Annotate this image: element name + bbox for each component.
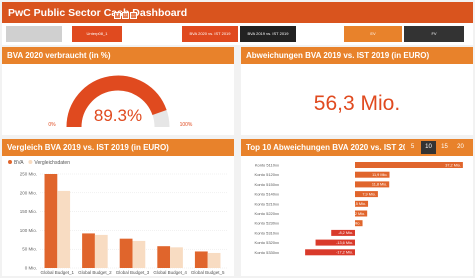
bar-vergleichsdaten[interactable] (57, 190, 71, 268)
slicer-fv[interactable]: FV (404, 26, 464, 42)
category-label: Konto 5230xx (255, 221, 279, 226)
slicer-unterp[interactable]: Unterp08_1 (72, 26, 122, 42)
legend-label: BVA (14, 160, 24, 166)
bar-vergleichsdaten[interactable] (207, 252, 221, 268)
category-label: Konto 5330xx (255, 250, 279, 255)
y-tick-label: 50 Mio. (22, 247, 37, 252)
bar-series (44, 174, 221, 268)
bar-chart-title: Vergleich BVA 2019 vs. IST 2019 (in EURO… (2, 139, 234, 156)
gauge-chart: 89.3% 0% 100% (48, 75, 193, 128)
bar-value-label: 11,9 Mio. (372, 173, 387, 177)
window-controls: ▾ □ … (114, 12, 137, 19)
slicer-bva2020-ist2019[interactable]: BVA 2020 vs. IST 2019 (182, 26, 238, 42)
x-tick-label: Global Budget_3 (116, 270, 150, 275)
top10-bars: Konto 5110xx 37,2 Mio. Konto 5120xx 11,9 Mi… (255, 162, 463, 256)
bar-bva[interactable] (44, 174, 58, 268)
y-tick-label: 0 Mio. (25, 266, 37, 271)
dashboard: PwC Public Sector Cash Dashboard ▾ □ … U… (0, 0, 475, 278)
gauge-value: 89.3% (94, 106, 142, 125)
x-tick-label: Global Budget_1 (41, 270, 75, 275)
x-tick-label: Global Budget_5 (191, 270, 225, 275)
legend-marker (8, 160, 12, 164)
x-tick-label: Global Budget_2 (78, 270, 112, 275)
top10-panel: Top 10 Abweichungen BVA 2020 vs. IST 201… (241, 139, 473, 276)
slicer-ev[interactable]: EV (344, 26, 402, 42)
y-tick-label: 200 Mio. (20, 190, 37, 195)
category-label: Konto 5210xx (255, 201, 279, 206)
top10-chart: Konto 5110xx 37,2 Mio. Konto 5120xx 11,9 Mi… (255, 162, 463, 256)
bar-value-label: 37,2 Mio. (445, 163, 461, 167)
y-tick-label: 250 Mio. (20, 172, 37, 177)
x-tick-label: Global Budget_4 (153, 270, 187, 275)
slicer-1[interactable] (6, 26, 62, 42)
bar-bva[interactable] (82, 233, 95, 268)
bar-value-label: 7,9 Mio. (362, 192, 376, 196)
bar-value-label: 2,6 Mio. (347, 222, 361, 226)
bar-bva[interactable] (157, 246, 171, 268)
top10-button[interactable]: 10 (421, 141, 436, 154)
top20-button[interactable]: 20 (453, 141, 468, 154)
bar-value-label: 11,8 Mio. (372, 183, 387, 187)
gauge-title: BVA 2020 verbraucht (in %) (2, 47, 234, 64)
bar-bva[interactable] (119, 238, 133, 268)
bar-value-label: -8,2 Mio. (338, 231, 353, 235)
category-label: Konto 5220xx (255, 211, 279, 216)
gauge-min-label: 0% (48, 122, 56, 128)
category-label: Konto 5150xx (255, 182, 279, 187)
legend-label: Vergleichsdaten (34, 160, 70, 166)
legend-marker (28, 160, 33, 164)
bar-vergleichsdaten[interactable] (132, 240, 146, 268)
bar-chart-panel: Vergleich BVA 2019 vs. IST 2019 (in EURO… (2, 139, 234, 276)
top5-button[interactable]: 5 (405, 141, 420, 154)
focus-mode-icon[interactable]: □ (122, 12, 129, 19)
bar-chart: BVA Vergleichsdaten 0 Mio. 50 Mio. 100 Mio.… (8, 160, 228, 275)
y-tick-label: 100 Mio. (20, 228, 37, 233)
filter-icon[interactable]: ▾ (114, 12, 121, 19)
category-label: Konto 5110xx (255, 163, 279, 168)
bar-bva[interactable] (194, 251, 208, 268)
top15-button[interactable]: 15 (437, 141, 452, 154)
slicer-bar: Unterp08_1 BVA 2020 vs. IST 2019 BVA 201… (2, 23, 473, 45)
gauge-panel: BVA 2020 verbraucht (in %) 89.3% 0% 100% (2, 47, 234, 135)
dashboard-title: PwC Public Sector Cash Dashboard (8, 6, 188, 19)
category-label: Konto 5140xx (255, 192, 279, 197)
header-bar: PwC Public Sector Cash Dashboard (2, 2, 473, 23)
category-label: Konto 5310xx (255, 230, 279, 235)
bar-value-label: 4,2 Mio. (352, 212, 366, 216)
y-tick-label: 150 Mio. (20, 209, 37, 214)
slicer-bva2019-ist2019[interactable]: BVA 2019 vs. IST 2019 (240, 26, 296, 42)
bar-value-label: -13,6 Mio. (336, 241, 353, 245)
bar-value-label: -17,2 Mio. (336, 251, 353, 255)
bar-value-label: 4,5 Mio. (353, 202, 367, 206)
kpi-value: 56,3 Mio. (313, 92, 401, 115)
bar-vergleichsdaten[interactable] (170, 247, 183, 268)
gauge-max-label: 100% (180, 122, 193, 128)
bar-x-labels: Global Budget_1 Global Budget_2 Global Bud… (41, 270, 225, 275)
kpi-title: Abweichungen BVA 2019 vs. IST 2019 (in E… (241, 47, 473, 64)
bar-legend: BVA Vergleichsdaten (8, 160, 70, 166)
category-label: Konto 5320xx (255, 240, 279, 245)
more-options-icon[interactable]: … (130, 12, 137, 19)
category-label: Konto 5120xx (255, 172, 279, 177)
kpi-panel: Abweichungen BVA 2019 vs. IST 2019 (in E… (241, 47, 473, 135)
bar-vergleichsdaten[interactable] (94, 234, 108, 268)
